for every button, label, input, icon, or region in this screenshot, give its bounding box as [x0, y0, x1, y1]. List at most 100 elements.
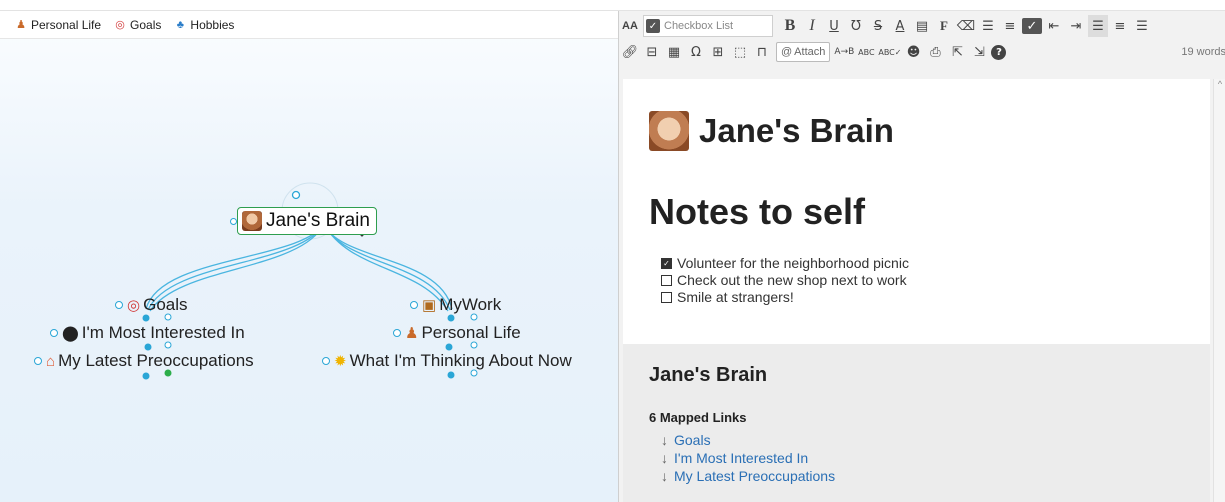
mapped-title: Jane's Brain [649, 364, 768, 386]
checklist-text: Volunteer for the neighborhood picnic [677, 255, 909, 271]
left-gate[interactable] [230, 217, 237, 225]
attach-label: Attach [794, 46, 826, 58]
bold-button[interactable]: B [780, 15, 800, 37]
checklist-text: Smile at strangers! [677, 289, 794, 305]
checklist: ✓ Volunteer for the neighborhood picnic … [661, 255, 909, 306]
node-gate[interactable] [34, 357, 42, 365]
checklist-item[interactable]: Check out the new shop next to work [661, 272, 909, 289]
checklist-icon[interactable]: ✓ [1022, 18, 1042, 34]
checkbox-checked[interactable]: ✓ [661, 258, 672, 269]
checkbox[interactable] [661, 292, 672, 303]
mapped-link-label: My Latest Preoccupations [674, 468, 836, 484]
paperclip-icon: @ [781, 46, 793, 58]
help-icon[interactable]: ? [991, 44, 1007, 60]
frame-icon[interactable]: ⬚ [730, 41, 750, 63]
horizontal-rule-icon[interactable]: ⊟ [642, 41, 662, 63]
font-icon[interactable]: F [934, 15, 954, 37]
mapped-link[interactable]: ↓ I'm Most Interested In [661, 449, 835, 467]
down-arrow-icon: ↓ [661, 468, 668, 484]
attach-button[interactable]: @ Attach [776, 42, 831, 62]
underline-button[interactable]: U [824, 15, 844, 37]
overline-button[interactable]: Ʊ [846, 15, 866, 37]
doc-title: Jane's Brain [649, 111, 894, 151]
node-gate[interactable] [115, 301, 123, 309]
node-gate[interactable] [393, 329, 401, 337]
checklist-item[interactable]: ✓ Volunteer for the neighborhood picnic [661, 255, 909, 272]
link-icon[interactable]: 🔗︎ [620, 41, 640, 63]
thought-label: MyWork [439, 295, 502, 314]
briefcase-icon: ▣ [422, 297, 437, 314]
map-links [142, 182, 478, 380]
thought-most-interested[interactable]: ⬤ I'm Most Interested In [50, 323, 245, 343]
checklist-text: Check out the new shop next to work [677, 272, 907, 288]
spy-icon[interactable]: ☻ [903, 41, 923, 63]
central-thought-label: Jane's Brain [266, 210, 370, 231]
word-count: 19 words [1181, 46, 1225, 58]
symbol-icon[interactable]: Ω [686, 41, 706, 63]
italic-button[interactable]: I [802, 15, 822, 37]
notes-pane: AA ✓ Checkbox List B I U Ʊ S A ▤ F ⌫ ☰ ≡… [618, 11, 1225, 502]
style-combo[interactable]: ✓ Checkbox List [643, 15, 773, 37]
top-strip [0, 0, 1225, 11]
down-arrow-icon: ↓ [661, 432, 668, 448]
align-left-icon[interactable]: ☰ [1088, 15, 1108, 37]
book-icon[interactable]: ⊓ [752, 41, 772, 63]
thought-label: Personal Life [421, 323, 521, 342]
checkbox[interactable] [661, 275, 672, 286]
notes-heading: Notes to self [649, 191, 866, 232]
mapped-link[interactable]: ↓ My Latest Preoccupations [661, 467, 835, 485]
replace-icon[interactable]: A→B [834, 41, 854, 63]
thought-mywork[interactable]: ▣ MyWork [410, 295, 501, 315]
mapped-count: 6 Mapped Links [649, 410, 747, 425]
target-icon: ◎ [127, 297, 141, 314]
format-toolbar: AA ✓ Checkbox List B I U Ʊ S A ▤ F ⌫ ☰ ≡… [619, 13, 1225, 39]
export-icon[interactable]: ⇱ [947, 41, 967, 63]
font-size-button[interactable]: AA [620, 15, 640, 37]
thought-personal-life[interactable]: ♟ Personal Life [393, 323, 521, 343]
thought-goals[interactable]: ◎ Goals [115, 295, 188, 315]
checkbox-icon: ✓ [646, 19, 660, 33]
strikethrough-button[interactable]: S [868, 15, 888, 37]
style-combo-value: Checkbox List [664, 20, 734, 32]
mapped-link[interactable]: ↓ Goals [661, 431, 835, 449]
mapped-link-list: ↓ Goals ↓ I'm Most Interested In ↓ My Lates… [661, 431, 835, 485]
bullet-list-icon[interactable]: ☰ [978, 15, 998, 37]
thought-preoccupations[interactable]: ⌂ My Latest Preoccupations [34, 351, 254, 371]
indent-icon[interactable]: ⇥ [1066, 15, 1086, 37]
doc-scrollbar[interactable]: ^ [1213, 79, 1225, 502]
insert-toolbar: 🔗︎ ⊟ ▦ Ω ⊞ ⬚ ⊓ @ Attach A→B ABC ABC✓ ☻ ⎙ … [619, 39, 1225, 65]
node-gate[interactable] [50, 329, 58, 337]
align-right-icon[interactable]: ☰ [1132, 15, 1152, 37]
spellcheck-icon[interactable]: ABC✓ [878, 41, 901, 63]
person-icon: ♟ [405, 325, 419, 342]
central-thought[interactable]: Jane's Brain [230, 207, 377, 235]
down-arrow-icon: ↓ [661, 450, 668, 466]
outdent-icon[interactable]: ⇤ [1044, 15, 1064, 37]
table-icon[interactable]: ⊞ [708, 41, 728, 63]
eraser-icon[interactable]: ⌫ [956, 15, 976, 37]
thought-label: Goals [143, 295, 188, 314]
thought-label: My Latest Preoccupations [58, 351, 254, 370]
thought-thinking-now[interactable]: ✹ What I'm Thinking About Now [322, 351, 572, 371]
collapse-icon[interactable]: ⇲ [969, 41, 989, 63]
thought-label: I'm Most Interested In [81, 323, 245, 342]
calendar-icon[interactable]: ▦ [664, 41, 684, 63]
profile-photo [649, 111, 689, 151]
note-document[interactable]: Jane's Brain Notes to self ✓ Volunteer f… [623, 79, 1210, 502]
node-gate[interactable] [410, 301, 418, 309]
highlight-icon[interactable]: ▤ [912, 15, 932, 37]
numbered-list-icon[interactable]: ≡ [1000, 15, 1020, 37]
avatar [242, 211, 262, 231]
print-icon[interactable]: ⎙ [925, 41, 945, 63]
parent-gate[interactable] [291, 190, 301, 200]
abc-icon[interactable]: ABC [856, 41, 876, 63]
mind-map-pane[interactable]: ♟ Personal Life ◎ Goals ♣ Hobbies Jane's… [0, 11, 618, 502]
thought-label: What I'm Thinking About Now [349, 351, 572, 370]
align-center-icon[interactable]: ≡ [1110, 15, 1130, 37]
node-gate[interactable] [322, 357, 330, 365]
checklist-item[interactable]: Smile at strangers! [661, 289, 909, 306]
mapped-links-section: Jane's Brain 6 Mapped Links ↓ Goals ↓ I'm … [623, 344, 1210, 502]
font-color-icon[interactable]: A [890, 15, 910, 37]
mapped-link-label: I'm Most Interested In [674, 450, 809, 466]
scroll-up-icon[interactable]: ^ [1214, 79, 1225, 89]
